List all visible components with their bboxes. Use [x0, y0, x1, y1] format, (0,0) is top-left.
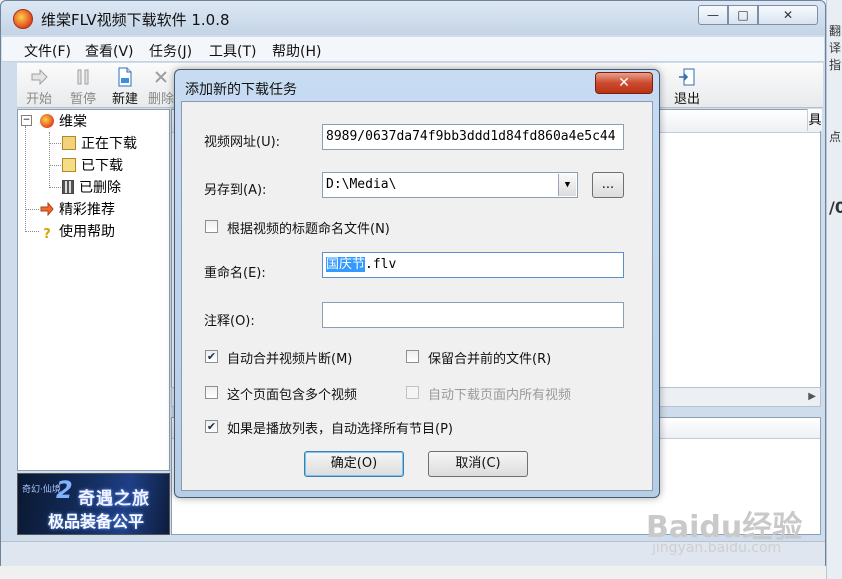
new-document-icon: [118, 67, 132, 87]
cancel-button[interactable]: 取消(C): [428, 451, 528, 477]
rename-by-title-checkbox[interactable]: [205, 220, 218, 233]
background-window: 翻译 指 点 /0: [826, 0, 842, 579]
url-input[interactable]: 8989/0637da74f9bb3ddd1d84fd860a4e5c44: [322, 124, 624, 150]
tree-item-downloaded[interactable]: 已下载: [62, 155, 123, 175]
tree-item-deleted[interactable]: 已删除: [62, 177, 121, 197]
menu-help[interactable]: 帮助(H): [272, 41, 321, 61]
auto-download-all-checkbox: [406, 386, 419, 399]
close-button[interactable]: ✕: [758, 5, 818, 25]
pause-icon: [77, 69, 89, 85]
rename-extension-text: .flv: [365, 257, 397, 272]
tree-connector: [49, 143, 61, 144]
dialog-body: 视频网址(U): 8989/0637da74f9bb3ddd1d84fd860a…: [181, 101, 653, 491]
category-tree: − 维棠 正在下载 已下载 已删除 精彩推荐 ? 使用帮助: [17, 109, 170, 471]
keep-parts-label: 保留合并前的文件(R): [428, 352, 552, 367]
minimize-button[interactable]: —: [698, 5, 728, 25]
start-button[interactable]: 开始: [19, 65, 59, 109]
ad-text: 奇遇之旅: [78, 489, 150, 509]
save-to-label: 另存到(A):: [204, 183, 267, 198]
bg-text: 翻译: [829, 24, 842, 55]
note-label: 注释(O):: [204, 314, 255, 329]
bg-text: /0: [829, 198, 842, 217]
tree-connector: [25, 126, 26, 230]
exit-label: 退出: [673, 92, 700, 107]
tree-item-label: 已删除: [79, 180, 121, 196]
browse-button[interactable]: ...: [592, 172, 624, 198]
tree-item-label: 已下载: [81, 158, 123, 174]
ok-button[interactable]: 确定(O): [304, 451, 404, 477]
tree-connector: [25, 231, 39, 232]
rename-input[interactable]: 国庆节.flv: [322, 252, 624, 278]
auto-download-all-label: 自动下载页面内所有视频: [428, 388, 572, 403]
app-logo-icon: [13, 9, 33, 29]
multi-video-label: 这个页面包含多个视频: [227, 388, 358, 403]
playlist-all-checkbox[interactable]: ✔: [205, 420, 218, 433]
tree-item-label: 维棠: [59, 114, 87, 130]
tree-item-label: 正在下载: [81, 136, 137, 152]
dropdown-arrow-icon[interactable]: ▼: [558, 174, 576, 196]
url-label: 视频网址(U):: [204, 135, 281, 150]
tree-item-help[interactable]: ? 使用帮助: [40, 221, 115, 242]
auto-merge-label: 自动合并视频片断(M): [227, 352, 353, 367]
question-icon: ?: [43, 227, 51, 242]
new-task-label: 新建: [111, 92, 138, 107]
title-bar[interactable]: 维棠FLV视频下载软件 1.0.8 — □ ✕: [1, 1, 825, 35]
arrow-right-icon: [40, 202, 54, 216]
window-title: 维棠FLV视频下载软件 1.0.8: [41, 11, 230, 29]
menu-view[interactable]: 查看(V): [85, 41, 134, 61]
dialog-close-button[interactable]: ✕: [595, 72, 653, 94]
menu-bar: 文件(F) 查看(V) 任务(J) 工具(T) 帮助(H): [2, 37, 824, 62]
multi-video-checkbox[interactable]: [205, 386, 218, 399]
save-path-value: D:\Media\: [326, 177, 397, 192]
auto-merge-checkbox[interactable]: ✔: [205, 350, 218, 363]
add-task-dialog: 添加新的下载任务 ✕ 视频网址(U): 8989/0637da74f9bb3dd…: [174, 69, 660, 498]
tree-item-featured[interactable]: 精彩推荐: [40, 199, 115, 219]
tree-connector: [49, 132, 50, 188]
tree-connector: [25, 209, 39, 210]
delete-button[interactable]: 删除: [147, 65, 175, 109]
ad-text: 2: [56, 476, 73, 504]
exit-button[interactable]: 退出: [667, 65, 707, 109]
exit-door-icon: [679, 68, 695, 86]
ad-text: 极品装备公平: [48, 512, 145, 531]
ad-banner[interactable]: 奇幻·仙境 2 奇遇之旅 极品装备公平: [17, 473, 170, 535]
pause-label: 暂停: [69, 92, 96, 107]
tree-item-root[interactable]: 维棠: [40, 111, 87, 131]
bg-text: 指: [829, 58, 842, 72]
tree-item-label: 使用帮助: [59, 224, 115, 240]
bg-text: 点: [829, 130, 842, 144]
tree-item-downloading[interactable]: 正在下载: [62, 133, 137, 153]
pause-button[interactable]: 暂停: [63, 65, 103, 109]
start-label: 开始: [25, 92, 52, 107]
start-arrow-icon: [31, 68, 48, 86]
delete-x-icon: [155, 71, 167, 83]
keep-parts-checkbox[interactable]: [406, 350, 419, 363]
rename-selected-text: 国庆节: [326, 257, 366, 272]
column-header[interactable]: 具: [807, 109, 822, 131]
dialog-title: 添加新的下载任务: [185, 82, 297, 98]
folder-downloading-icon: [62, 136, 76, 150]
save-path-combobox[interactable]: D:\Media\ ▼: [322, 172, 578, 198]
delete-label: 删除: [147, 92, 174, 107]
rename-label: 重命名(E):: [204, 266, 266, 281]
watermark-url: jingyan.baidu.com: [652, 540, 782, 556]
tree-connector: [49, 165, 61, 166]
scroll-right-icon[interactable]: ▶: [808, 391, 816, 402]
menu-task[interactable]: 任务(J): [149, 41, 192, 61]
tree-connector: [49, 187, 61, 188]
new-task-button[interactable]: 新建: [105, 65, 145, 109]
maximize-button[interactable]: □: [728, 5, 758, 25]
rename-by-title-label: 根据视频的标题命名文件(N): [227, 222, 390, 237]
menu-tools[interactable]: 工具(T): [209, 41, 256, 61]
trash-icon: [62, 180, 74, 194]
app-logo-icon: [40, 114, 54, 128]
playlist-all-label: 如果是播放列表，自动选择所有节目(P): [227, 422, 453, 437]
folder-icon: [62, 158, 76, 172]
tree-collapse-icon[interactable]: −: [21, 115, 32, 126]
menu-file[interactable]: 文件(F): [24, 41, 71, 61]
note-input[interactable]: [322, 302, 624, 328]
tree-item-label: 精彩推荐: [59, 202, 115, 218]
